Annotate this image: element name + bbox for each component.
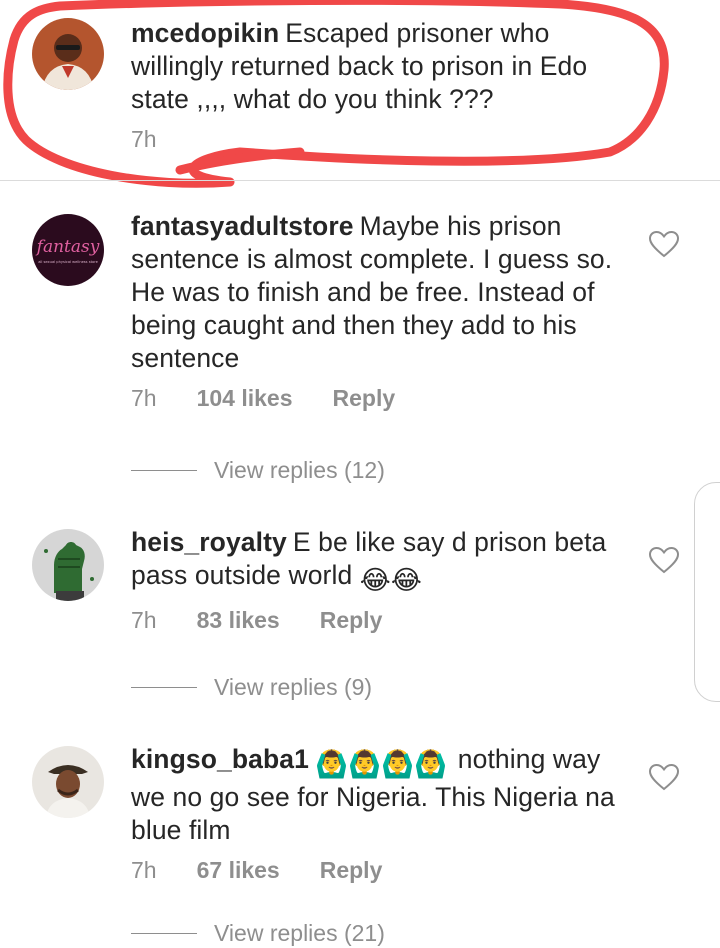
- view-replies-button[interactable]: View replies (12): [131, 455, 581, 485]
- comment-username[interactable]: fantasyadultstore: [131, 211, 354, 241]
- comment-username[interactable]: heis_royalty: [131, 527, 287, 557]
- caption-meta: 7h: [131, 124, 631, 154]
- view-replies-button[interactable]: View replies (21): [131, 918, 581, 948]
- heart-outline-icon[interactable]: [648, 546, 680, 574]
- caption-text: mcedopikin Escaped prisoner who willingly…: [131, 17, 631, 116]
- comment-time: 7h: [131, 607, 157, 633]
- replies-divider-line: [131, 687, 197, 688]
- reply-button[interactable]: Reply: [333, 383, 396, 413]
- section-divider: [0, 180, 720, 181]
- comment-meta: 7h 83 likes Reply: [131, 605, 621, 635]
- comment-username[interactable]: kingso_baba1: [131, 744, 309, 774]
- avatar-logo-text: fantasy: [35, 237, 100, 257]
- replies-divider-line: [131, 933, 197, 934]
- heart-outline-icon[interactable]: [648, 763, 680, 791]
- laughing-emoji: 😂😂: [359, 565, 422, 595]
- caption-time: 7h: [131, 126, 157, 152]
- comment-text: heis_royalty E be like say d prison beta …: [131, 526, 621, 597]
- gesture-emoji: 🙆‍♂️🙆‍♂️🙆‍♂️🙆‍♂️: [314, 749, 448, 779]
- view-replies-label[interactable]: View replies (21): [214, 918, 385, 948]
- heart-outline-icon[interactable]: [648, 230, 680, 258]
- comment-meta: 7h 104 likes Reply: [131, 383, 621, 413]
- reply-button[interactable]: Reply: [320, 855, 383, 885]
- comment-text: fantasyadultstore Maybe his prison senten…: [131, 210, 621, 375]
- comment-text: kingso_baba1 🙆‍♂️🙆‍♂️🙆‍♂️🙆‍♂️ nothing way…: [131, 743, 621, 847]
- side-drawer-tab[interactable]: [694, 482, 720, 702]
- replies-divider-line: [131, 470, 197, 471]
- view-replies-label[interactable]: View replies (12): [214, 455, 385, 485]
- post-caption: mcedopikin Escaped prisoner who willingly…: [0, 0, 720, 182]
- comment-likes[interactable]: 83 likes: [197, 605, 280, 635]
- reply-button[interactable]: Reply: [320, 605, 383, 635]
- comment-likes[interactable]: 104 likes: [197, 383, 293, 413]
- comment-time: 7h: [131, 385, 157, 411]
- view-replies-button[interactable]: View replies (9): [131, 672, 581, 702]
- caption-author-avatar[interactable]: [32, 18, 104, 90]
- comment-time: 7h: [131, 857, 157, 883]
- comment-avatar[interactable]: [32, 529, 104, 601]
- view-replies-label[interactable]: View replies (9): [214, 672, 372, 702]
- avatar-logo-subtext: all sexual physical wellness store: [38, 260, 98, 264]
- comment-avatar[interactable]: fantasy all sexual physical wellness sto…: [32, 214, 104, 286]
- comment-meta: 7h 67 likes Reply: [131, 855, 621, 885]
- comment-likes[interactable]: 67 likes: [197, 855, 280, 885]
- caption-username[interactable]: mcedopikin: [131, 18, 279, 48]
- comment-avatar[interactable]: [32, 746, 104, 818]
